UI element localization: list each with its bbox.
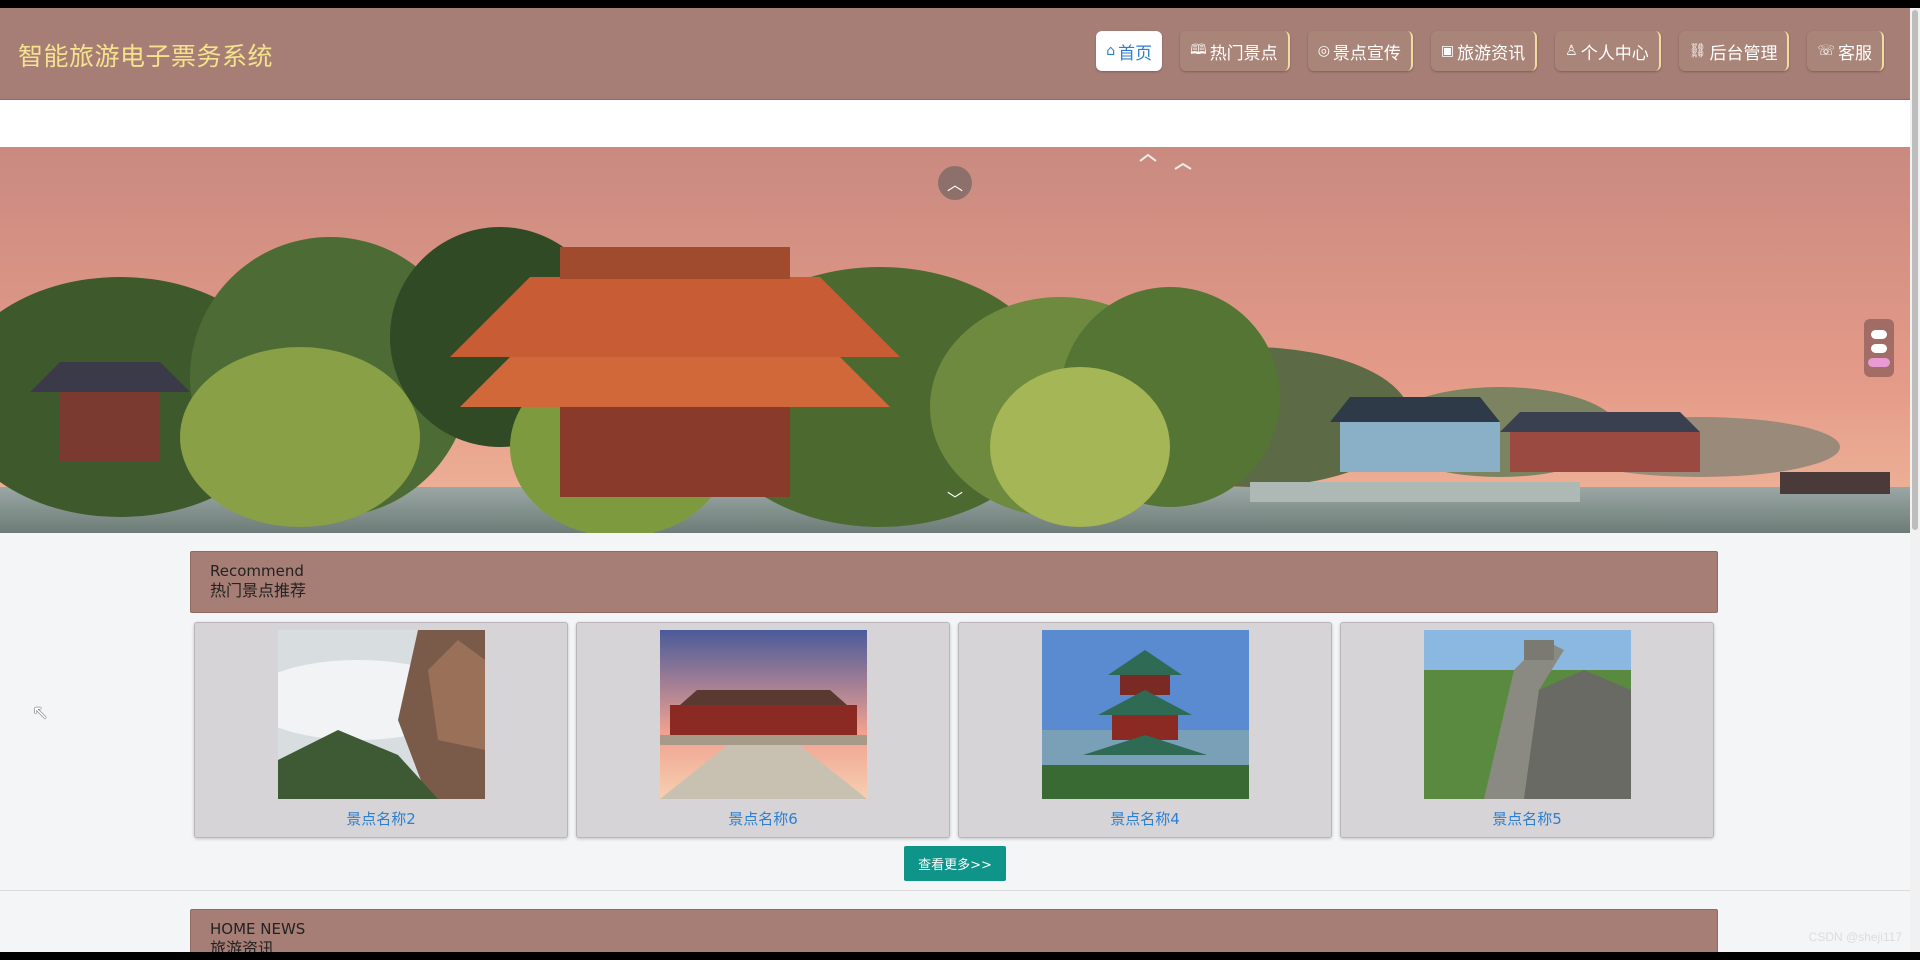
nav-label: 后台管理 xyxy=(1709,43,1778,64)
nav-label: 客服 xyxy=(1838,43,1872,64)
section-divider xyxy=(0,890,1910,891)
recommend-title-en: Recommend xyxy=(210,562,304,580)
attraction-image[interactable] xyxy=(278,630,485,799)
carousel-dot[interactable] xyxy=(1871,343,1887,353)
chevron-up-icon: ︿ xyxy=(946,175,963,194)
nav-label: 景点宣传 xyxy=(1332,43,1401,64)
nav-travel-news[interactable]: ▣ 旅游资讯 xyxy=(1430,31,1538,71)
nav-hot-spots[interactable]: 🕮 热门景点 xyxy=(1180,31,1290,71)
gift-icon: ▣ xyxy=(1440,43,1455,59)
hero-carousel[interactable]: ︿ ﹀ xyxy=(0,147,1910,533)
carousel-prev-button[interactable]: ︿ xyxy=(938,166,972,200)
carousel-dot-active[interactable] xyxy=(1868,357,1890,367)
watermark: CSDN @sheji117 xyxy=(1808,930,1902,944)
attraction-image[interactable] xyxy=(660,630,867,799)
attraction-card[interactable]: 景点名称6 xyxy=(576,622,950,838)
home-icon: ⌂ xyxy=(1106,43,1116,59)
chevron-down-icon: ﹀ xyxy=(946,490,963,509)
link-icon: ⛓ xyxy=(1688,43,1707,59)
scrollbar-thumb[interactable] xyxy=(1912,10,1918,530)
site-title: 智能旅游电子票务系统 xyxy=(18,42,274,71)
nav-promotion[interactable]: ◎ 景点宣传 xyxy=(1307,31,1413,71)
view-more-button[interactable]: 查看更多>> xyxy=(904,846,1006,881)
main-nav: ⌂ 首页 🕮 热门景点 ◎ 景点宣传 ▣ 旅游资讯 ♙ 个人中心 ⛓ 后台管理 xyxy=(1096,31,1884,71)
attraction-cards: 景点名称2 景点名称6 景点名称4 景点名称5 xyxy=(194,622,1714,838)
recommend-title-cn: 热门景点推荐 xyxy=(210,581,307,600)
news-header: HOME NEWS 旅游资讯 xyxy=(190,909,1718,952)
attraction-name[interactable]: 景点名称5 xyxy=(1341,808,1713,829)
nav-label: 首页 xyxy=(1118,43,1153,64)
nav-home[interactable]: ⌂ 首页 xyxy=(1096,31,1163,71)
nav-label: 个人中心 xyxy=(1580,43,1649,64)
news-title-en: HOME NEWS xyxy=(210,920,306,938)
attraction-name[interactable]: 景点名称2 xyxy=(195,808,567,829)
attraction-card[interactable]: 景点名称5 xyxy=(1340,622,1714,838)
carousel-indicators xyxy=(1864,319,1894,377)
compass-icon: ◎ xyxy=(1317,43,1330,59)
site-header: 智能旅游电子票务系统 ⌂ 首页 🕮 热门景点 ◎ 景点宣传 ▣ 旅游资讯 ♙ 个… xyxy=(0,8,1910,100)
nav-personal-center[interactable]: ♙ 个人中心 xyxy=(1555,31,1661,71)
support-icon: ☏ xyxy=(1817,43,1835,59)
user-icon: ♙ xyxy=(1565,43,1578,59)
attraction-image[interactable] xyxy=(1042,630,1249,799)
spacer-bar xyxy=(0,100,1910,147)
attraction-image[interactable] xyxy=(1424,630,1631,799)
nav-label: 旅游资讯 xyxy=(1457,43,1526,64)
attraction-name[interactable]: 景点名称4 xyxy=(959,808,1331,829)
banner-image xyxy=(0,147,1910,533)
news-title-cn: 旅游资讯 xyxy=(210,939,275,952)
attraction-card[interactable]: 景点名称4 xyxy=(958,622,1332,838)
nav-support[interactable]: ☏ 客服 xyxy=(1807,31,1884,71)
nav-admin[interactable]: ⛓ 后台管理 xyxy=(1678,31,1790,71)
attraction-card[interactable]: 景点名称2 xyxy=(194,622,568,838)
page: 智能旅游电子票务系统 ⌂ 首页 🕮 热门景点 ◎ 景点宣传 ▣ 旅游资讯 ♙ 个… xyxy=(0,8,1910,952)
map-icon: 🕮 xyxy=(1190,42,1207,58)
carousel-dot[interactable] xyxy=(1871,329,1887,339)
carousel-next-button[interactable]: ﹀ xyxy=(938,481,972,515)
mouse-cursor-icon: ↖ xyxy=(32,700,49,724)
nav-label: 热门景点 xyxy=(1209,43,1278,64)
attraction-name[interactable]: 景点名称6 xyxy=(577,808,949,829)
recommend-header: Recommend 热门景点推荐 xyxy=(190,551,1718,613)
